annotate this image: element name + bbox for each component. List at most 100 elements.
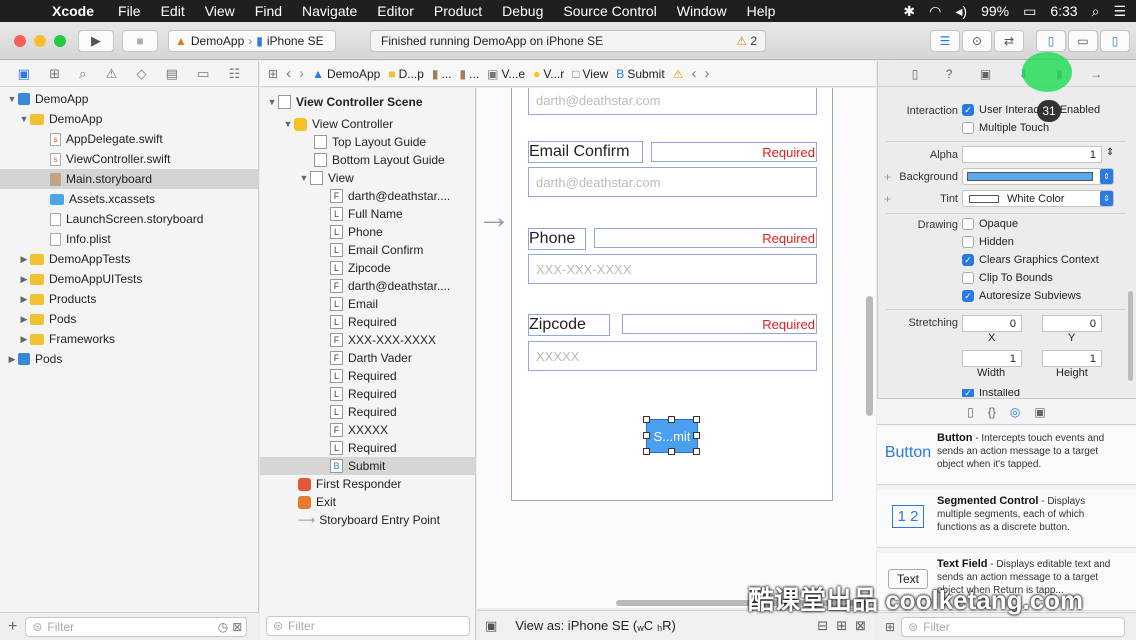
menu-product[interactable]: Product (424, 3, 492, 19)
outline-entry-point[interactable]: ⟶ Storyboard Entry Point (260, 511, 476, 529)
opaque-checkbox[interactable]: Opaque (962, 218, 1018, 230)
hidden-checkbox[interactable]: Hidden (962, 236, 1014, 248)
clip-to-bounds-checkbox[interactable]: Clip To Bounds (962, 272, 1053, 284)
align-icon[interactable]: ⊟ (817, 618, 828, 634)
disclosure-closed-icon[interactable]: ▶ (18, 294, 30, 305)
required-label[interactable]: Required (594, 228, 817, 248)
menu-navigate[interactable]: Navigate (292, 3, 367, 19)
disclosure-closed-icon[interactable]: ▶ (18, 334, 30, 345)
disclosure-open-icon[interactable]: ▼ (282, 119, 294, 129)
email-field[interactable]: darth@deathstar.com (528, 88, 817, 115)
menu-source-control[interactable]: Source Control (553, 3, 666, 19)
alpha-stepper[interactable]: ⇕ (1106, 147, 1114, 158)
required-label[interactable]: Required (622, 314, 817, 334)
crumb-scene[interactable]: V...e (502, 67, 526, 81)
clears-graphics-checkbox[interactable]: ✓ Clears Graphics Context (962, 254, 1099, 266)
alpha-field[interactable]: 1 (962, 146, 1102, 163)
outline-item[interactable]: L Phone (260, 223, 476, 241)
entry-point-arrow-icon[interactable]: → (477, 200, 511, 234)
code-snippet-icon[interactable]: {} (988, 405, 996, 419)
tree-row-project[interactable]: ▶ Pods (0, 349, 259, 369)
outline-item[interactable]: L Required (260, 367, 476, 385)
view-controller-frame[interactable]: darth@deathstar.com Email Confirm Requir… (511, 88, 833, 501)
connections-inspector-icon[interactable]: → (1090, 67, 1102, 81)
tint-color-popup[interactable]: White Color ⇕ (962, 190, 1114, 207)
resize-handle[interactable] (693, 416, 700, 423)
outline-item[interactable]: L Required (260, 313, 476, 331)
menu-editor[interactable]: Editor (367, 3, 424, 19)
resize-handle[interactable] (643, 416, 650, 423)
previous-issue-icon[interactable]: ‹ (691, 65, 696, 82)
disclosure-open-icon[interactable]: ▼ (18, 114, 30, 124)
tree-row-group[interactable]: ▼ DemoApp (0, 109, 259, 129)
warning-badge[interactable]: ⚠ 2 (736, 34, 757, 48)
standard-editor-button[interactable]: ☰ (930, 30, 960, 52)
outline-item[interactable]: L Zipcode (260, 259, 476, 277)
tree-row-project[interactable]: ▼ DemoApp (0, 89, 259, 109)
test-navigator-icon[interactable]: ◇ (136, 66, 146, 82)
assistant-editor-button[interactable]: ⊙ (962, 30, 992, 52)
identity-inspector-icon[interactable]: ▣ (980, 67, 991, 81)
tree-row-file[interactable]: s AppDelegate.swift (0, 129, 259, 149)
outline-filter-field[interactable]: ⊜ Filter (266, 616, 470, 636)
back-icon[interactable]: ‹ (286, 65, 291, 82)
menu-help[interactable]: Help (737, 3, 786, 19)
grid-view-icon[interactable]: ⊞ (885, 620, 895, 634)
disclosure-open-icon[interactable]: ▼ (298, 173, 310, 183)
outline-item[interactable]: Fdarth@deathstar.... (260, 187, 476, 205)
search-icon[interactable]: ⌕ (1092, 3, 1100, 20)
outline-view[interactable]: ▼ View (260, 169, 476, 187)
add-icon[interactable]: + (8, 618, 17, 636)
menu-view[interactable]: View (195, 3, 245, 19)
bluetooth-icon[interactable]: ✱ (903, 3, 915, 20)
zipcode-field[interactable]: XXXXX (528, 341, 817, 371)
tree-row-group[interactable]: ▶ Products (0, 289, 259, 309)
tree-row-file[interactable]: Assets.xcassets (0, 189, 259, 209)
outline-item[interactable]: L Required (260, 403, 476, 421)
resize-handle[interactable] (693, 448, 700, 455)
file-inspector-icon[interactable]: ▯ (912, 67, 919, 81)
disclosure-open-icon[interactable]: ▼ (6, 94, 18, 104)
outline-item[interactable]: L Required (260, 385, 476, 403)
resize-handle[interactable] (668, 416, 675, 423)
zipcode-label[interactable]: Zipcode (528, 314, 610, 336)
forward-icon[interactable]: › (299, 65, 304, 82)
resize-handle[interactable] (643, 432, 650, 439)
battery-percent[interactable]: 99% (981, 3, 1009, 19)
crumb-project[interactable]: DemoApp (327, 67, 380, 81)
zoom-window-button[interactable] (54, 35, 66, 47)
warning-icon[interactable]: ⚠ (673, 67, 684, 81)
stop-button[interactable]: ■ (122, 30, 158, 52)
required-label[interactable]: Required (651, 142, 817, 162)
tree-row-file[interactable]: LaunchScreen.storyboard (0, 209, 259, 229)
list-icon[interactable]: ☰ (1113, 3, 1126, 20)
toggle-utilities-button[interactable]: ▯ (1100, 30, 1130, 52)
disclosure-closed-icon[interactable]: ▶ (18, 274, 30, 285)
pin-icon[interactable]: ⊞ (836, 618, 847, 634)
multiple-touch-checkbox[interactable]: Multiple Touch (962, 122, 1049, 134)
version-editor-button[interactable]: ⇄ (994, 30, 1024, 52)
storyboard-canvas[interactable]: → darth@deathstar.com Email Confirm Requ… (477, 88, 876, 608)
menu-window[interactable]: Window (667, 3, 737, 19)
outline-first-responder[interactable]: First Responder (260, 475, 476, 493)
stretch-x-field[interactable]: 0 (962, 315, 1022, 332)
tree-row-group[interactable]: ▶ DemoAppTests (0, 249, 259, 269)
menu-app-name[interactable]: Xcode (46, 3, 108, 19)
outline-item[interactable]: Top Layout Guide (260, 133, 476, 151)
menu-debug[interactable]: Debug (492, 3, 553, 19)
issue-navigator-icon[interactable]: ⚠ (106, 66, 118, 82)
phone-label[interactable]: Phone (528, 228, 586, 250)
tree-row-group[interactable]: ▶ Pods (0, 309, 259, 329)
library-filter-field[interactable]: ⊜ Filter (901, 616, 1126, 637)
tree-row-group[interactable]: ▶ DemoAppUITests (0, 269, 259, 289)
outline-item[interactable]: F XXXXX (260, 421, 476, 439)
outline-toggle-icon[interactable]: ▣ (485, 618, 497, 634)
folder-icon[interactable]: ▣ (18, 66, 30, 82)
view-as-label[interactable]: View as: iPhone SE ( (515, 618, 637, 633)
canvas-vertical-scrollbar[interactable] (866, 296, 873, 416)
disclosure-closed-icon[interactable]: ▶ (6, 354, 18, 365)
inspector-scrollbar[interactable] (1128, 291, 1133, 381)
debug-navigator-icon[interactable]: ▤ (166, 66, 178, 82)
media-library-icon[interactable]: ▣ (1034, 405, 1045, 419)
volume-icon[interactable]: ◂) (955, 3, 967, 20)
